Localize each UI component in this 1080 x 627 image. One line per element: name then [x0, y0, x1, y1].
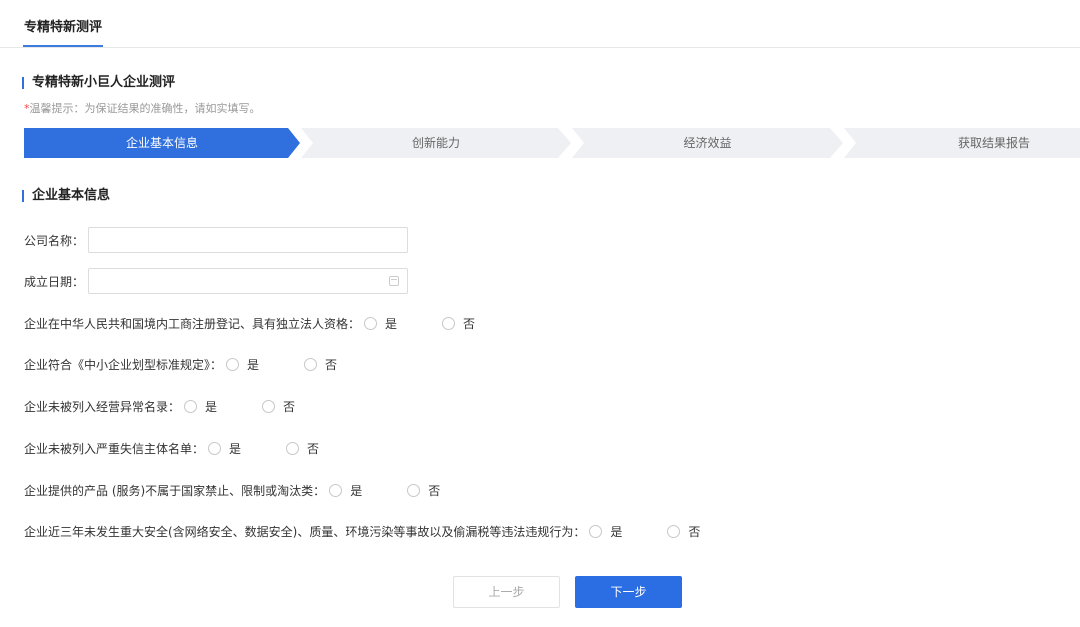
section-title-basic-info: 企业基本信息	[22, 188, 110, 204]
step-progress: 企业基本信息 创新能力 经济效益 获取结果报告	[24, 128, 1080, 158]
calendar-icon[interactable]	[389, 276, 400, 286]
radio-no[interactable]: 否	[304, 356, 337, 373]
question-label: 企业符合《中小企业划型标准规定》：	[24, 358, 223, 372]
founded-date-row: 成立日期：	[24, 268, 409, 294]
radio-yes-label: 是	[350, 484, 363, 498]
question-label: 企业未被列入经营异常名录：	[24, 400, 181, 414]
question-row: 企业在中华人民共和国境内工商注册登记、具有独立法人资格： 是 否	[24, 315, 475, 332]
radio-yes[interactable]: 是	[184, 398, 217, 415]
radio-circle[interactable]	[407, 484, 421, 497]
radio-no[interactable]: 否	[286, 440, 319, 457]
radio-no-label: 否	[283, 400, 296, 414]
question-label: 企业近三年未发生重大安全(含网络安全、数据安全)、质量、环境污染等事故以及偷漏税…	[24, 525, 586, 539]
radio-circle[interactable]	[329, 484, 343, 497]
top-tab-bar: 专精特新测评	[0, 0, 1080, 48]
company-name-input[interactable]	[88, 227, 409, 253]
radio-circle[interactable]	[667, 525, 681, 538]
radio-yes-label: 是	[229, 442, 242, 456]
radio-no-label: 否	[428, 484, 441, 498]
radio-yes-label: 是	[610, 525, 623, 539]
question-row: 企业近三年未发生重大安全(含网络安全、数据安全)、质量、环境污染等事故以及偷漏税…	[24, 523, 700, 540]
company-name-row: 公司名称：	[24, 227, 409, 253]
question-row: 企业未被列入经营异常名录： 是 否	[24, 398, 295, 415]
radio-no[interactable]: 否	[667, 523, 700, 540]
hint-text: *温馨提示：为保证结果的准确性，请如实填写。	[24, 100, 261, 116]
next-step-button[interactable]: 下一步	[575, 576, 682, 608]
question-label: 企业未被列入严重失信主体名单：	[24, 442, 205, 456]
hint-message: 温馨提示：为保证结果的准确性，请如实填写。	[29, 102, 261, 115]
tab-assessment[interactable]: 专精特新测评	[24, 16, 102, 35]
radio-yes-label: 是	[247, 358, 260, 372]
radio-no-label: 否	[688, 525, 701, 539]
radio-yes-label: 是	[205, 400, 218, 414]
founded-date-label: 成立日期：	[24, 274, 85, 289]
radio-no-label: 否	[463, 317, 476, 331]
step-report: 获取结果报告	[957, 136, 1030, 150]
radio-circle[interactable]	[226, 358, 240, 371]
radio-no-label: 否	[325, 358, 338, 372]
radio-no[interactable]: 否	[262, 398, 295, 415]
radio-circle[interactable]	[304, 358, 318, 371]
step-economic: 经济效益	[683, 136, 732, 150]
founded-date-picker[interactable]	[88, 268, 409, 294]
radio-yes[interactable]: 是	[226, 356, 259, 373]
company-name-label: 公司名称：	[24, 233, 85, 248]
question-row: 企业提供的产品 (服务)不属于国家禁止、限制或淘汰类： 是 否	[24, 482, 440, 499]
radio-circle[interactable]	[286, 442, 300, 455]
radio-yes[interactable]: 是	[589, 523, 622, 540]
radio-circle[interactable]	[208, 442, 222, 455]
radio-circle[interactable]	[364, 317, 378, 330]
tab-active-indicator	[23, 45, 103, 47]
step-basic-info: 企业基本信息	[125, 136, 198, 150]
question-label: 企业在中华人民共和国境内工商注册登记、具有独立法人资格：	[24, 317, 361, 331]
question-label: 企业提供的产品 (服务)不属于国家禁止、限制或淘汰类：	[24, 484, 326, 498]
question-row: 企业未被列入严重失信主体名单： 是 否	[24, 440, 319, 457]
radio-yes[interactable]: 是	[329, 482, 362, 499]
step-innovation: 创新能力	[411, 136, 460, 150]
radio-yes[interactable]: 是	[364, 315, 397, 332]
radio-no[interactable]: 否	[407, 482, 440, 499]
radio-yes[interactable]: 是	[208, 440, 241, 457]
radio-circle[interactable]	[589, 525, 603, 538]
prev-step-button[interactable]: 上一步	[453, 576, 560, 608]
radio-no[interactable]: 否	[442, 315, 475, 332]
radio-yes-label: 是	[385, 317, 398, 331]
question-row: 企业符合《中小企业划型标准规定》： 是 否	[24, 356, 337, 373]
page-title: 专精特新小巨人企业测评	[22, 75, 175, 91]
radio-circle[interactable]	[262, 400, 276, 413]
radio-circle[interactable]	[184, 400, 198, 413]
radio-circle[interactable]	[442, 317, 456, 330]
radio-no-label: 否	[307, 442, 320, 456]
